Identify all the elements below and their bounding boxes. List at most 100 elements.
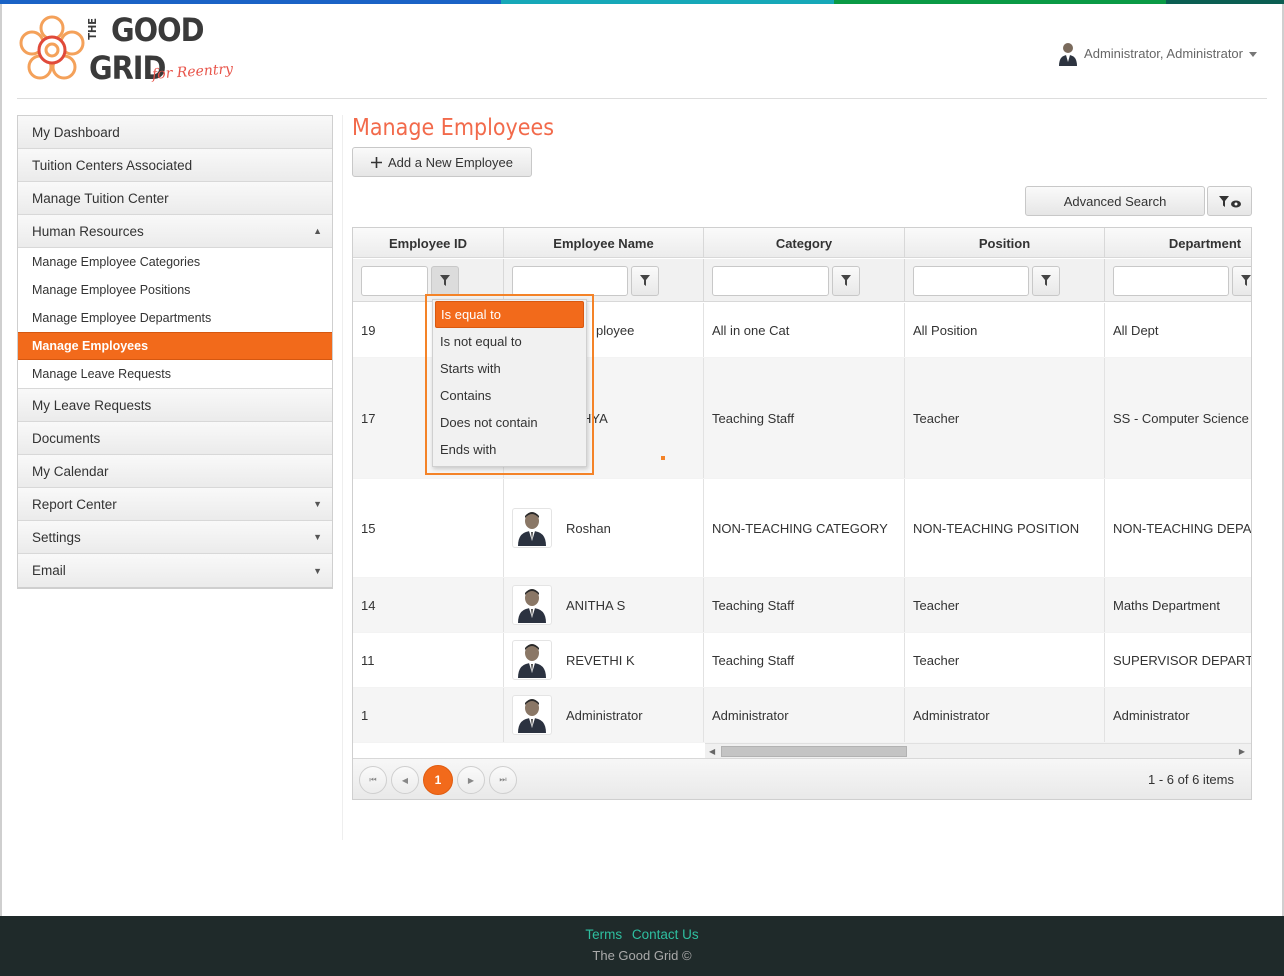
filter-button-employee-id[interactable] bbox=[431, 265, 459, 296]
sidebar-item-documents[interactable]: Documents bbox=[18, 422, 332, 455]
logo-the: THE bbox=[86, 18, 99, 40]
filter-option-contains[interactable]: Contains bbox=[435, 382, 584, 409]
cell-position: NON-TEACHING POSITION bbox=[905, 479, 1105, 577]
filter-button-category[interactable] bbox=[832, 265, 860, 296]
cell-position: Teacher bbox=[905, 633, 1105, 687]
sidebar-item-email[interactable]: Email ▼ bbox=[18, 554, 332, 587]
cell-text: Roshan bbox=[566, 520, 611, 536]
terms-link[interactable]: Terms bbox=[585, 927, 622, 942]
sidebar-subitem-employee-positions[interactable]: Manage Employee Positions bbox=[18, 276, 332, 304]
scroll-left-icon[interactable]: ◀ bbox=[709, 747, 715, 756]
filter-option-is-not-equal-to[interactable]: Is not equal to bbox=[435, 328, 584, 355]
user-avatar-icon bbox=[1059, 43, 1078, 66]
cell-text: ANITHA S bbox=[566, 597, 626, 613]
filter-input-category[interactable] bbox=[712, 265, 829, 296]
filter-input-employee-id[interactable] bbox=[361, 265, 428, 296]
sidebar-item-human-resources[interactable]: Human Resources ▲ bbox=[18, 215, 332, 248]
table-row[interactable]: 11 REVETHI K Teaching Staff Teacher SUPERVIS… bbox=[353, 633, 1251, 688]
filter-cell-department bbox=[1105, 259, 1251, 302]
cell-text: All in one Cat bbox=[712, 322, 790, 338]
cell-name: ANITHA S bbox=[504, 578, 704, 632]
filter-visibility-button[interactable] bbox=[1207, 186, 1252, 216]
pager-info: 1 - 6 of 6 items bbox=[1148, 772, 1234, 787]
cell-name: Roshan bbox=[504, 479, 704, 577]
horizontal-scrollbar[interactable]: ◀ ▶ bbox=[705, 743, 1251, 758]
filter-cell-category bbox=[704, 259, 905, 302]
filter-icon bbox=[1041, 275, 1051, 286]
add-employee-button[interactable]: Add a New Employee bbox=[352, 147, 532, 177]
sidebar-item-my-dashboard[interactable]: My Dashboard bbox=[18, 116, 332, 149]
logo[interactable]: THE GOOD GRID for Reentry bbox=[17, 12, 237, 92]
cell-text: SS - Computer Science bbox=[1113, 410, 1249, 426]
filter-option-ends-with[interactable]: Ends with bbox=[435, 436, 584, 463]
cell-department: SS - Computer Science bbox=[1105, 358, 1251, 478]
cell-text: Administrator bbox=[712, 707, 789, 723]
sidebar-subitem-employee-departments[interactable]: Manage Employee Departments bbox=[18, 304, 332, 332]
filter-input-position[interactable] bbox=[913, 265, 1029, 296]
last-page-button[interactable]: ⏭ bbox=[489, 766, 517, 794]
column-header-employee-name[interactable]: Employee Name bbox=[504, 228, 704, 258]
filter-button-position[interactable] bbox=[1032, 265, 1060, 296]
sidebar-item-my-calendar[interactable]: My Calendar bbox=[18, 455, 332, 488]
sidebar-item-tuition-centers[interactable]: Tuition Centers Associated bbox=[18, 149, 332, 182]
cell-category: Administrator bbox=[704, 688, 905, 742]
contact-us-link[interactable]: Contact Us bbox=[632, 927, 699, 942]
filter-option-does-not-contain[interactable]: Does not contain bbox=[435, 409, 584, 436]
table-row[interactable]: 1 Administrator Administrator Administrator… bbox=[353, 688, 1251, 743]
first-page-button[interactable]: ⏮ bbox=[359, 766, 387, 794]
column-header-department[interactable]: Department bbox=[1105, 228, 1251, 258]
scroll-right-icon[interactable]: ▶ bbox=[1239, 747, 1245, 756]
filter-input-department[interactable] bbox=[1113, 265, 1229, 296]
advanced-search-button[interactable]: Advanced Search bbox=[1025, 186, 1205, 216]
cell-id: 14 bbox=[353, 578, 504, 632]
table-row[interactable]: 15 Roshan NON-TEACHING CATEGORY NON-TEACHIN… bbox=[353, 479, 1251, 578]
page-title: Manage Employees bbox=[352, 115, 555, 141]
filter-button-department[interactable] bbox=[1232, 265, 1251, 296]
cell-text: Administrator bbox=[566, 707, 643, 723]
sidebar-subitem-leave-requests[interactable]: Manage Leave Requests bbox=[18, 360, 332, 388]
sidebar-item-settings[interactable]: Settings ▼ bbox=[18, 521, 332, 554]
sidebar-item-label: Manage Tuition Center bbox=[32, 190, 169, 206]
sidebar-subitem-manage-employees[interactable]: Manage Employees bbox=[18, 332, 332, 360]
sidebar-item-my-leave-requests[interactable]: My Leave Requests bbox=[18, 389, 332, 422]
cell-department: Administrator bbox=[1105, 688, 1251, 742]
cell-text: Teacher bbox=[913, 410, 960, 426]
scrollbar-thumb[interactable] bbox=[721, 746, 907, 757]
cell-category: Teaching Staff bbox=[704, 578, 905, 632]
cell-category: NON-TEACHING CATEGORY bbox=[704, 479, 905, 577]
filter-option-is-equal-to[interactable]: Is equal to bbox=[435, 301, 584, 328]
sidebar-item-report-center[interactable]: Report Center ▼ bbox=[18, 488, 332, 521]
filter-input-employee-name[interactable] bbox=[512, 265, 628, 296]
cell-text: REVETHI K bbox=[566, 652, 635, 668]
cell-id: 11 bbox=[353, 633, 504, 687]
sidebar-item-manage-tuition-center[interactable]: Manage Tuition Center bbox=[18, 182, 332, 215]
user-menu[interactable]: Administrator, Administrator bbox=[1058, 40, 1257, 66]
filter-icon bbox=[440, 275, 450, 286]
cell-text: 14 bbox=[361, 597, 376, 613]
filter-dropdown-highlight: Is equal to Is not equal to Starts with … bbox=[425, 294, 594, 475]
filter-button-employee-name[interactable] bbox=[631, 265, 659, 296]
employee-avatar-icon bbox=[512, 695, 552, 735]
chevron-up-icon: ▲ bbox=[313, 226, 322, 236]
sidebar-subitem-employee-categories[interactable]: Manage Employee Categories bbox=[18, 248, 332, 276]
advanced-search-label: Advanced Search bbox=[1063, 193, 1167, 209]
sidebar-item-label: Settings bbox=[32, 529, 81, 545]
next-page-button[interactable]: ▶ bbox=[457, 766, 485, 794]
cell-text: 17 bbox=[361, 410, 376, 426]
current-page-button[interactable]: 1 bbox=[423, 765, 453, 795]
column-header-position[interactable]: Position bbox=[905, 228, 1105, 258]
prev-page-button[interactable]: ◀ bbox=[391, 766, 419, 794]
cell-text: All Position bbox=[913, 322, 978, 338]
column-header-category[interactable]: Category bbox=[704, 228, 905, 258]
filter-option-starts-with[interactable]: Starts with bbox=[435, 355, 584, 382]
cell-category: Teaching Staff bbox=[704, 358, 905, 478]
cell-department: Maths Department bbox=[1105, 578, 1251, 632]
table-row[interactable]: 14 ANITHA S Teaching Staff Teacher Maths Dep… bbox=[353, 578, 1251, 633]
first-page-icon: ⏮ bbox=[369, 775, 377, 784]
cell-text: 19 bbox=[361, 322, 376, 338]
chevron-down-icon: ▼ bbox=[313, 499, 322, 509]
user-name: Administrator, Administrator bbox=[1084, 45, 1243, 61]
sidebar: My Dashboard Tuition Centers Associated … bbox=[17, 115, 333, 589]
cell-text: Teaching Staff bbox=[712, 652, 795, 668]
column-header-employee-id[interactable]: Employee ID bbox=[353, 228, 504, 258]
